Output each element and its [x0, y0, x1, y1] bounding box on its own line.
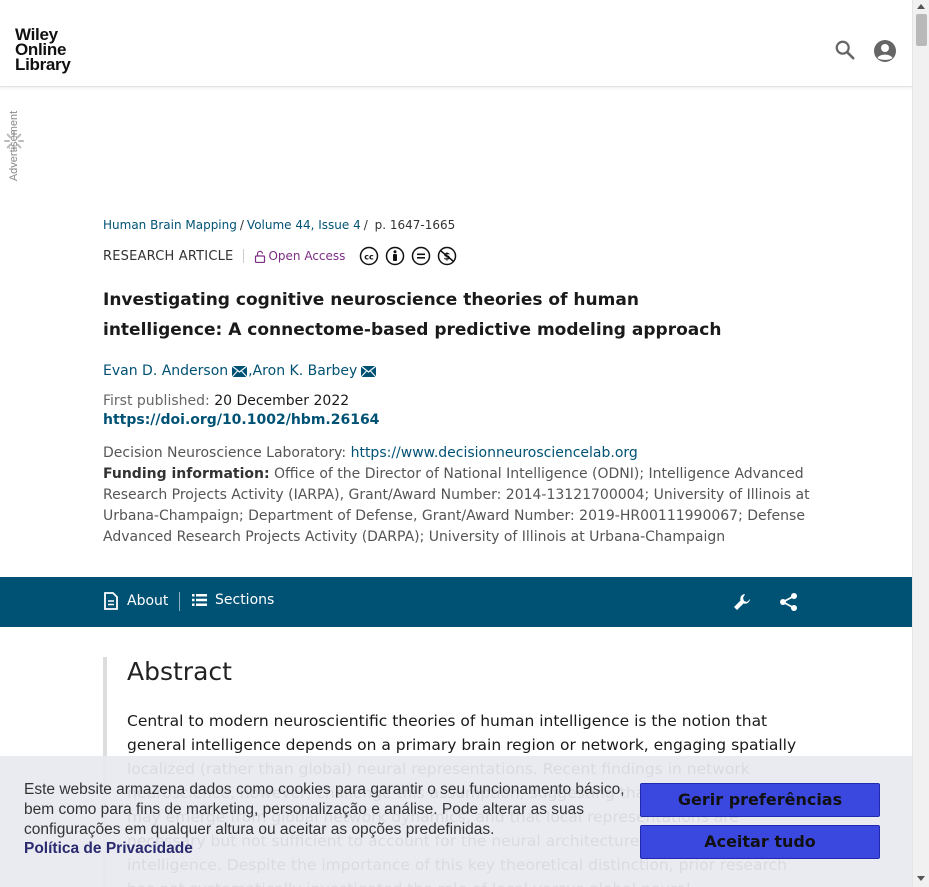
sections-button[interactable]: Sections — [192, 592, 274, 608]
about-button[interactable]: About — [103, 592, 168, 610]
accept-all-button[interactable]: Aceitar tudo — [640, 825, 880, 859]
document-icon — [104, 592, 118, 610]
article-section-bar: About Sections — [0, 577, 912, 627]
email-icon[interactable] — [360, 364, 377, 378]
about-label: About — [127, 593, 169, 609]
logo-line-3: Library — [15, 55, 71, 74]
funding-label: Funding information: — [103, 466, 270, 482]
author-link[interactable]: Evan D. Anderson — [103, 363, 228, 379]
open-lock-icon — [255, 250, 266, 263]
first-published-date: 20 December 2022 — [214, 393, 350, 409]
privacy-policy-link[interactable]: Política de Privacidade — [24, 840, 193, 858]
user-account-icon[interactable] — [873, 39, 897, 63]
cookie-consent-banner: Este website armazena dados como cookies… — [0, 756, 912, 887]
scroll-down-arrow-icon[interactable] — [917, 876, 925, 881]
wrench-icon[interactable] — [731, 591, 753, 613]
by-icon[interactable] — [385, 246, 405, 266]
sections-label: Sections — [215, 592, 275, 608]
license-icons[interactable]: cc $ — [359, 246, 457, 266]
breadcrumb-issue-link[interactable]: Volume 44, Issue 4 — [247, 218, 361, 232]
scroll-up-arrow-icon[interactable] — [917, 4, 925, 9]
divider — [179, 592, 180, 611]
scroll-thumb[interactable] — [916, 14, 927, 46]
doi-link[interactable]: https://doi.org/10.1002/hbm.26164 — [103, 412, 823, 428]
open-access-text: Open Access — [268, 249, 346, 263]
cookie-message: Este website armazena dados como cookies… — [24, 781, 625, 838]
abstract-heading: Abstract — [127, 657, 232, 686]
advertisement-label: Advertisement — [8, 110, 20, 182]
article-type-label: RESEARCH ARTICLE — [103, 248, 234, 264]
open-access-badge: Open Access — [254, 249, 345, 263]
funding-information: Funding information: Office of the Direc… — [103, 464, 818, 548]
list-icon — [192, 594, 207, 606]
share-icon[interactable] — [778, 591, 800, 613]
article-title: Investigating cognitive neuroscience the… — [103, 290, 722, 340]
cc-icon[interactable]: cc — [359, 246, 379, 266]
nc-icon[interactable]: $ — [437, 246, 457, 266]
breadcrumb-separator: / — [239, 218, 244, 232]
breadcrumb-journal-link[interactable]: Human Brain Mapping — [103, 218, 237, 232]
article-tags: RESEARCH ARTICLE Open Access cc $ — [103, 246, 823, 266]
search-icon[interactable] — [834, 39, 856, 61]
article-header: Human Brain Mapping / Volume 44, Issue 4/ … — [103, 218, 823, 548]
manage-preferences-button[interactable]: Gerir preferências — [640, 783, 880, 817]
site-header: Wiley Online Library — [0, 0, 912, 87]
svg-text:cc: cc — [365, 253, 375, 262]
first-published: First published: 20 December 2022 — [103, 393, 823, 409]
divider — [243, 249, 245, 263]
affiliation-label: Decision Neuroscience Laboratory: — [103, 445, 351, 461]
affiliation-url-link[interactable]: https://www.decisionneurosciencelab.org — [351, 445, 638, 461]
nd-icon[interactable] — [411, 246, 431, 266]
page-scrollbar[interactable] — [912, 0, 929, 887]
breadcrumb-pages: p. 1647-1665 — [374, 218, 456, 232]
wiley-online-library-logo[interactable]: Wiley Online Library — [15, 26, 71, 74]
breadcrumb: Human Brain Mapping / Volume 44, Issue 4/ … — [103, 218, 823, 236]
breadcrumb-separator: / — [363, 218, 368, 232]
affiliation: Decision Neuroscience Laboratory: https:… — [103, 445, 823, 461]
author-list: Evan D. Anderson , Aron K. Barbey — [103, 363, 823, 379]
email-icon[interactable] — [231, 364, 248, 378]
author-link[interactable]: Aron K. Barbey — [253, 363, 358, 379]
first-published-label: First published: — [103, 393, 215, 409]
